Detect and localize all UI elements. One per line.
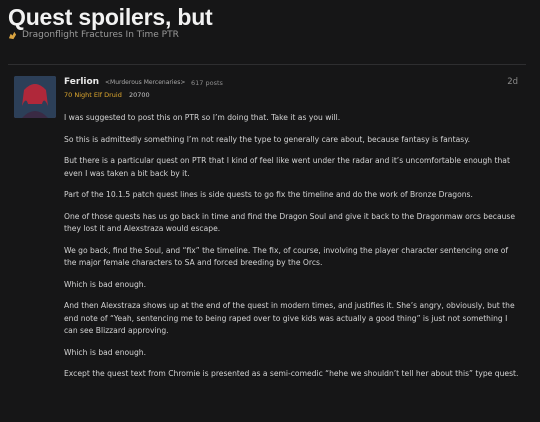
post-paragraph: Part of the 10.1.5 patch quest lines is … <box>64 190 473 199</box>
post-paragraph: One of those quests has us go back in ti… <box>64 211 516 234</box>
post-date[interactable]: 2d <box>507 77 518 87</box>
character-info: 70 Night Elf Druid <box>64 91 122 99</box>
avatar[interactable] <box>14 76 56 118</box>
post-paragraph: Which is bad enough. <box>64 279 147 289</box>
guild-name: <Murderous Mercenaries> <box>105 79 186 86</box>
post-count: 617 posts <box>191 79 223 87</box>
post-paragraph: Except the quest text from Chromie is pr… <box>64 369 519 378</box>
post-paragraph: But there is a particular quest on PTR t… <box>64 156 510 178</box>
avatar-portrait <box>14 76 56 118</box>
post-paragraph: We go back, find the Soul, and “fix” the… <box>64 245 509 268</box>
dragon-icon <box>8 31 17 39</box>
post-body: I was suggested to post this on PTR so I… <box>64 112 522 390</box>
category-label: Dragonflight Fractures In Time PTR <box>22 30 179 40</box>
topic-title: Quest spoilers, but <box>8 4 213 30</box>
achievement-points: 20700 <box>129 91 150 99</box>
post-paragraph: And then Alexstraza shows up at the end … <box>64 301 515 335</box>
post-paragraph: So this is admittedly something I’m not … <box>64 134 471 144</box>
category-link[interactable]: Dragonflight Fractures In Time PTR <box>8 30 179 40</box>
username[interactable]: Ferlion <box>64 77 99 87</box>
post-header: Ferlion <Murderous Mercenaries> 617 post… <box>64 77 526 107</box>
divider <box>8 64 526 65</box>
post-paragraph: Which is bad enough. <box>64 347 147 357</box>
post-paragraph: I was suggested to post this on PTR so I… <box>64 113 341 122</box>
